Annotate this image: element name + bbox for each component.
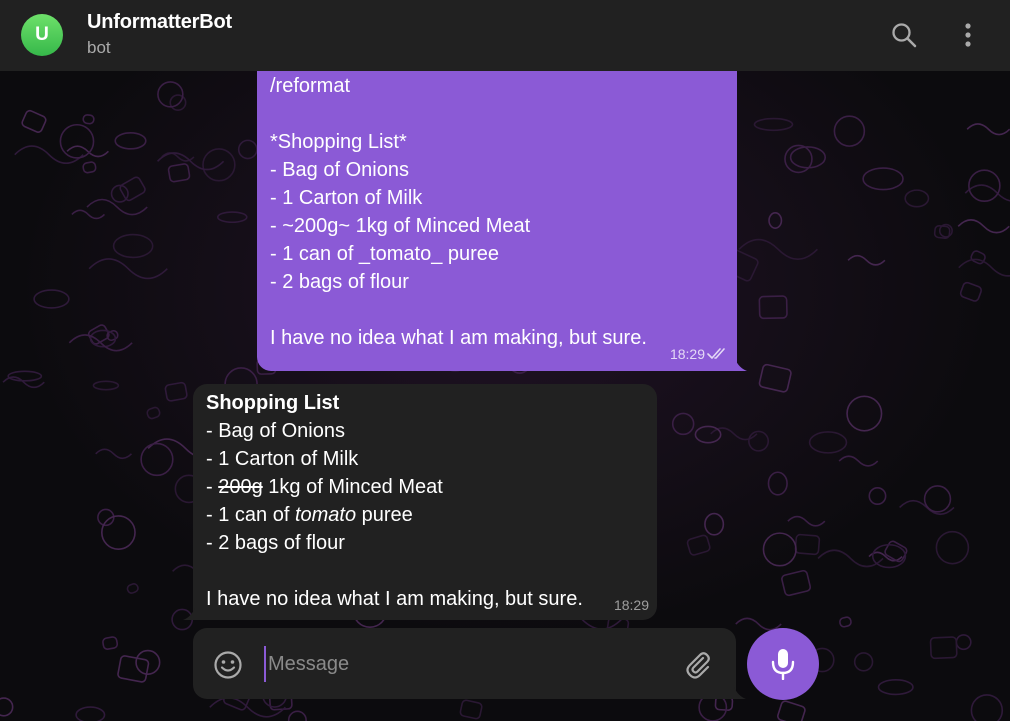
- outgoing-message[interactable]: /reformat *Shopping List* - Bag of Onions -…: [257, 71, 737, 371]
- wallpaper-doodle: [853, 652, 874, 672]
- message-line: - ~200g~ 1kg of Minced Meat: [270, 215, 531, 237]
- message-line: - Bag of Onions: [270, 159, 409, 181]
- message-line: - 1 can of _tomato_ puree: [270, 243, 500, 265]
- wallpaper-doodle: [877, 679, 914, 696]
- wallpaper-doodle: [117, 655, 150, 683]
- double-check-icon: [707, 348, 725, 359]
- message-list[interactable]: /reformat *Shopping List* - Bag of Onions -…: [0, 71, 1010, 631]
- emoji-button[interactable]: [213, 650, 243, 680]
- message-input[interactable]: [264, 646, 664, 682]
- list-item-prefix: -: [206, 476, 219, 498]
- outgoing-bubble-tail: [735, 359, 747, 371]
- chat-title[interactable]: UnformatterBot: [87, 11, 232, 34]
- message-meta: 18:29: [670, 340, 727, 368]
- microphone-icon: [771, 649, 795, 680]
- chat-header: U UnformatterBot bot: [0, 0, 1010, 71]
- wallpaper-doodle: [75, 706, 106, 721]
- outgoing-message-text: /reformat *Shopping List* - Bag of Onions -…: [270, 72, 647, 352]
- list-heading: Shopping List: [206, 392, 340, 414]
- more-vertical-icon: [965, 23, 971, 47]
- emoji-icon: [214, 651, 242, 679]
- wallpaper-doodle: [459, 699, 483, 720]
- message-line: [270, 296, 647, 324]
- italic-text: tomato: [294, 504, 357, 526]
- strikethrough-text: 200g: [218, 476, 263, 498]
- message-line: - 1 Carton of Milk: [270, 187, 423, 209]
- search-button[interactable]: [885, 16, 923, 54]
- message-line: - 2 bags of flour: [270, 271, 409, 293]
- list-item-rest: 1kg of Minced Meat: [262, 476, 443, 498]
- closing-line: I have no idea what I am making, but sur…: [206, 588, 583, 610]
- message-time: 18:29: [669, 346, 705, 362]
- composer-tail: [734, 687, 746, 699]
- wallpaper-doodle: [287, 710, 307, 721]
- incoming-bubble-tail: [183, 608, 195, 620]
- list-item: - 2 bags of flour: [206, 532, 345, 554]
- list-item: - 200g 1kg of Minced Meat: [206, 473, 583, 501]
- list-item-rest: puree: [356, 504, 413, 526]
- more-options-button[interactable]: [949, 16, 987, 54]
- wallpaper-doodle: [0, 697, 14, 717]
- search-icon: [892, 23, 917, 48]
- list-item: - Bag of Onions: [206, 420, 345, 442]
- attach-button[interactable]: [683, 650, 713, 680]
- list-item: - 1 can of tomato puree: [206, 501, 583, 529]
- wallpaper-doodle: [777, 700, 806, 721]
- message-line: *Shopping List*: [270, 131, 407, 153]
- voice-record-button[interactable]: [747, 628, 819, 700]
- paperclip-icon: [686, 652, 710, 679]
- list-item-prefix: - 1 can of: [206, 504, 295, 526]
- list-item: - 1 Carton of Milk: [206, 448, 359, 470]
- avatar[interactable]: U: [21, 14, 63, 56]
- message-composer: [193, 628, 736, 699]
- wallpaper-doodle: [102, 636, 119, 650]
- message-line: [270, 100, 647, 128]
- wallpaper-doodle: [955, 634, 972, 651]
- incoming-message[interactable]: Shopping List - Bag of Onions - 1 Carton…: [193, 384, 657, 620]
- chat-subtitle: bot: [87, 38, 111, 57]
- wallpaper-doodle: [970, 694, 1004, 721]
- message-line: I have no idea what I am making, but sur…: [270, 327, 647, 349]
- wallpaper-doodle: [929, 636, 958, 660]
- message-line: /reformat: [270, 75, 351, 97]
- incoming-message-text: Shopping List - Bag of Onions - 1 Carton…: [206, 389, 583, 613]
- message-time: 18:29: [613, 597, 649, 613]
